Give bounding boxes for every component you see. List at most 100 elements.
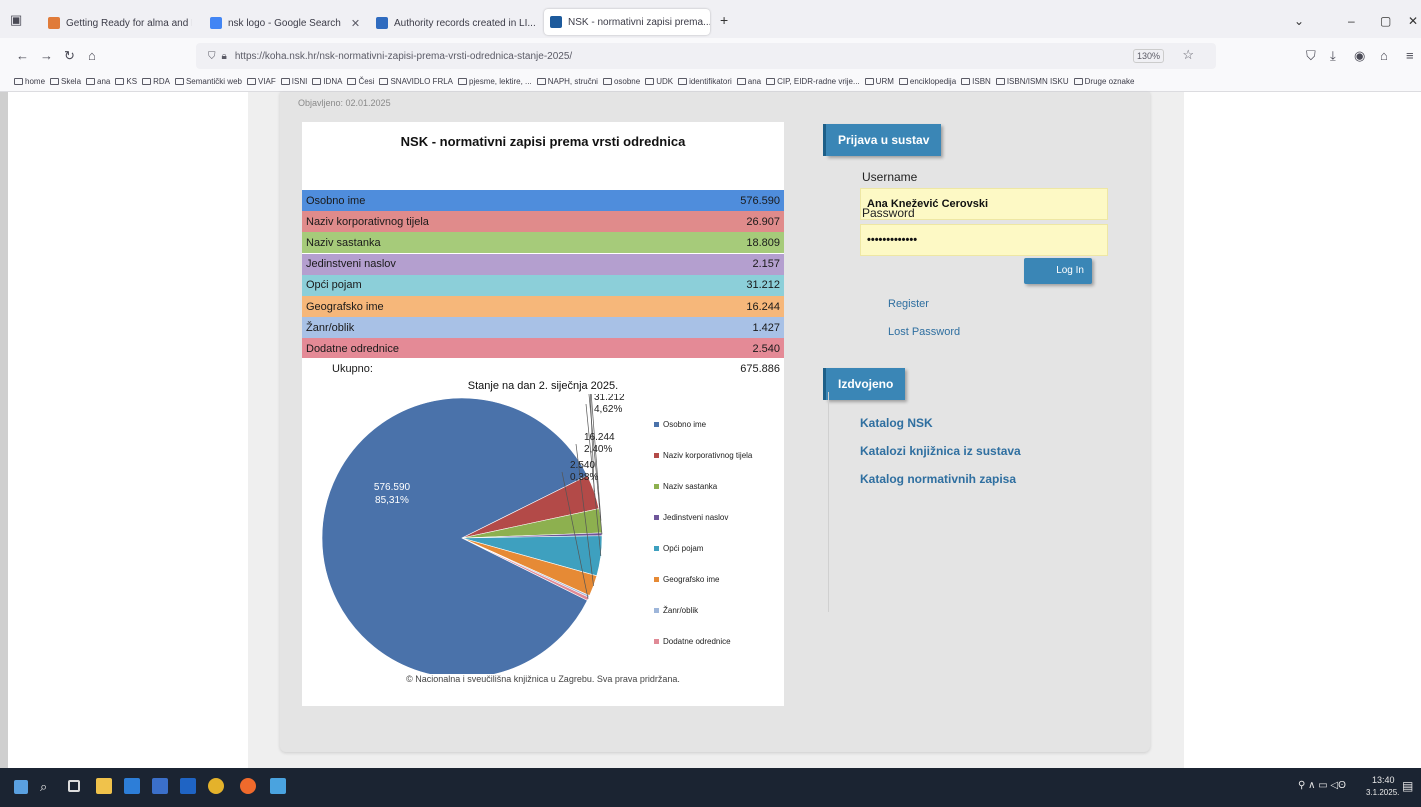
new-tab-button[interactable]: +	[720, 12, 728, 28]
tab-overview-icon[interactable]: ▣	[10, 12, 22, 28]
tab-list-icon[interactable]: ⌄	[1294, 14, 1304, 28]
bookmark-label: ISBN	[972, 77, 991, 86]
start-icon[interactable]	[14, 780, 28, 794]
store-icon[interactable]	[152, 778, 168, 794]
outlook-icon[interactable]	[180, 778, 196, 794]
tab-title: Authority records created in LI...	[394, 17, 536, 29]
bookmark-star-icon[interactable]: ☆	[1182, 47, 1194, 63]
data-label: 2,40%	[584, 444, 612, 455]
bookmark-item[interactable]: enciklopedija	[898, 77, 956, 86]
bookmark-item[interactable]: VIAF	[246, 77, 276, 86]
folder-icon	[995, 78, 1005, 85]
folder-icon	[280, 78, 290, 85]
browser-tab[interactable]: Authority records created in LI... ✕	[370, 12, 538, 34]
legend-swatch	[654, 608, 659, 613]
file-explorer-icon[interactable]	[96, 778, 112, 794]
password-value: •••••••••••••	[867, 234, 918, 246]
bookmark-item[interactable]: CIP, EIDR-radne vrije...	[766, 77, 860, 86]
bookmark-item[interactable]: NAPH, stručni	[536, 77, 598, 86]
tab-favicon-icon	[376, 17, 388, 29]
windows-taskbar: ⌕ ⚲ ∧ ▭ ◁ʘ 13:40 3.1.2025. ▤	[0, 768, 1421, 807]
downloads-icon[interactable]: ⤓	[1330, 48, 1336, 64]
bookmark-item[interactable]: osobne	[602, 77, 640, 86]
bookmark-item[interactable]: KS	[115, 77, 137, 86]
bookmarks-bar: home Skela ana KS RDA Semantički web VIAF ISNI I…	[0, 72, 1421, 92]
register-link[interactable]: Register	[888, 298, 929, 310]
address-bar[interactable]: ⛉ 🔒︎ https://koha.nsk.hr/nsk-normativni-…	[196, 43, 1216, 69]
window-close-icon[interactable]: ✕	[1408, 14, 1418, 28]
forward-icon[interactable]: →	[40, 48, 53, 63]
bookmark-item[interactable]: ISNI	[280, 77, 307, 86]
search-icon[interactable]: ⌕	[40, 779, 47, 795]
table-row: Naziv korporativnog tijela 26.907	[302, 211, 784, 233]
lost-password-link[interactable]: Lost Password	[888, 326, 960, 338]
menu-icon[interactable]: ≡	[1406, 48, 1414, 63]
folder-icon	[86, 78, 96, 85]
bookmark-item[interactable]: ISBN	[961, 77, 991, 86]
bookmark-item[interactable]: ana	[736, 77, 761, 86]
bookmark-label: ana	[97, 77, 111, 86]
mail-icon[interactable]	[124, 778, 140, 794]
bookmark-item[interactable]: RDA	[142, 77, 170, 86]
login-button[interactable]: Log In	[1024, 258, 1092, 284]
tab-favicon-icon	[210, 17, 222, 29]
browser-tab-active[interactable]: NSK - normativni zapisi prema... ✕	[544, 9, 710, 35]
folder-icon	[961, 78, 971, 85]
clock-date[interactable]: 3.1.2025.	[1366, 788, 1399, 797]
bookmark-label: SNAVIDLO FRLA	[390, 77, 454, 86]
minimize-icon[interactable]: –	[1348, 14, 1355, 28]
reload-icon[interactable]: ↻	[64, 48, 75, 64]
notifications-icon[interactable]: ▤	[1402, 779, 1413, 793]
maximize-icon[interactable]: ▢	[1380, 14, 1391, 28]
table-row: Jedinstveni naslov 2.157	[302, 253, 784, 275]
bookmark-item[interactable]: SNAVIDLO FRLA	[379, 77, 453, 86]
bookmark-item[interactable]: home	[14, 77, 45, 86]
chart-subtitle: Stanje na dan 2. siječnja 2025.	[467, 380, 619, 392]
legend-label: Naziv sastanka	[663, 482, 718, 491]
legend-label: Naziv korporativnog tijela	[663, 451, 753, 460]
copyright-text: © Nacionalna i sveučilišna knjižnica u Z…	[406, 674, 680, 684]
tab-title: NSK - normativni zapisi prema...	[568, 16, 710, 28]
tab-favicon-icon	[550, 16, 562, 28]
bookmark-item[interactable]: identifikatori	[678, 77, 732, 86]
tray-icons[interactable]: ⚲ ∧ ▭ ◁ʘ	[1298, 780, 1346, 791]
pocket-icon[interactable]: ⛉	[1306, 48, 1316, 64]
bookmark-label: KS	[126, 77, 138, 86]
bookmark-item[interactable]: Skela	[50, 77, 81, 86]
bookmark-item[interactable]: Semantički web	[174, 77, 242, 86]
login-header: Prijava u sustav	[822, 124, 942, 156]
folder-icon	[50, 78, 60, 85]
legend-swatch	[654, 546, 659, 551]
link-katalog-nsk[interactable]: Katalog NSK	[860, 416, 933, 430]
bookmark-item[interactable]: IDNA	[312, 77, 342, 86]
bookmark-item[interactable]: pjesme, lektire, ...	[458, 77, 532, 86]
home-icon[interactable]: ⌂	[88, 48, 96, 63]
bookmark-item[interactable]: Druge oznake	[1073, 77, 1134, 86]
chart-title: NSK - normativni zapisi prema vrsti odre…	[400, 134, 686, 149]
link-katalozi-knjiznica[interactable]: Katalozi knjižnica iz sustava	[860, 444, 1021, 458]
bookmark-item[interactable]: URM	[864, 77, 894, 86]
close-icon[interactable]: ✕	[351, 17, 360, 30]
firefox-icon[interactable]	[240, 778, 256, 794]
extensions-icon[interactable]: ⌂	[1380, 48, 1388, 63]
link-katalog-normativnih-zapisa[interactable]: Katalog normativnih zapisa	[860, 472, 1016, 486]
zoom-level[interactable]: 130%	[1132, 49, 1164, 63]
account-icon[interactable]: ◉	[1354, 48, 1365, 64]
back-icon[interactable]: ←	[16, 48, 29, 63]
bookmark-item[interactable]: UDK	[645, 77, 673, 86]
folder-icon	[347, 78, 357, 85]
pie-chart: 576.59085,31%26.9073,98%18.8092,78%2.157…	[321, 394, 625, 674]
browser-nav-bar: ← → ↻ ⌂ ⛉ 🔒︎ https://koha.nsk.hr/nsk-nor…	[0, 38, 1421, 72]
bookmark-item[interactable]: ana	[86, 77, 110, 86]
browser-tab[interactable]: Getting Ready for alma and Dr... ✕	[42, 12, 192, 34]
password-field[interactable]: •••••••••••••	[860, 224, 1108, 256]
chrome-icon[interactable]	[208, 778, 224, 794]
bookmark-label: CIP, EIDR-radne vrije...	[777, 77, 860, 86]
bookmark-item[interactable]: ISBN/ISMN ISKU	[995, 77, 1069, 86]
clock-time[interactable]: 13:40	[1372, 775, 1395, 785]
browser-tab[interactable]: nsk logo - Google Search ✕	[204, 12, 364, 34]
app-icon[interactable]	[270, 778, 286, 794]
task-view-icon[interactable]	[68, 780, 80, 792]
bookmark-item[interactable]: Česi	[347, 77, 374, 86]
table-row-value: 2.540	[752, 342, 780, 355]
